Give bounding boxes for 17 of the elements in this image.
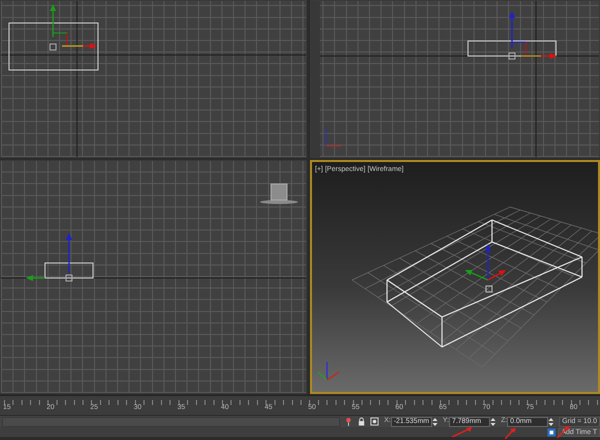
move-gizmo-icon: [465, 244, 506, 292]
spinner-icon[interactable]: [548, 416, 554, 426]
spinner-icon[interactable]: [432, 416, 438, 426]
lock-icon[interactable]: [357, 417, 366, 426]
key-icon[interactable]: [547, 428, 556, 436]
axis-tripod-icon: [318, 362, 340, 381]
move-gizmo-icon: [508, 11, 557, 60]
move-gizmo-icon: [50, 4, 97, 50]
spinner-icon[interactable]: [490, 416, 496, 426]
annotation-arrow: [505, 428, 516, 439]
box-outline: [44, 262, 94, 278]
transform-mode-icon[interactable]: [370, 417, 380, 426]
view-cube-icon[interactable]: [260, 184, 298, 204]
annotation-arrow: [452, 427, 472, 437]
move-gizmo-icon: [26, 233, 72, 282]
axis-tripod-icon: [326, 128, 342, 146]
pin-icon[interactable]: [344, 417, 354, 426]
